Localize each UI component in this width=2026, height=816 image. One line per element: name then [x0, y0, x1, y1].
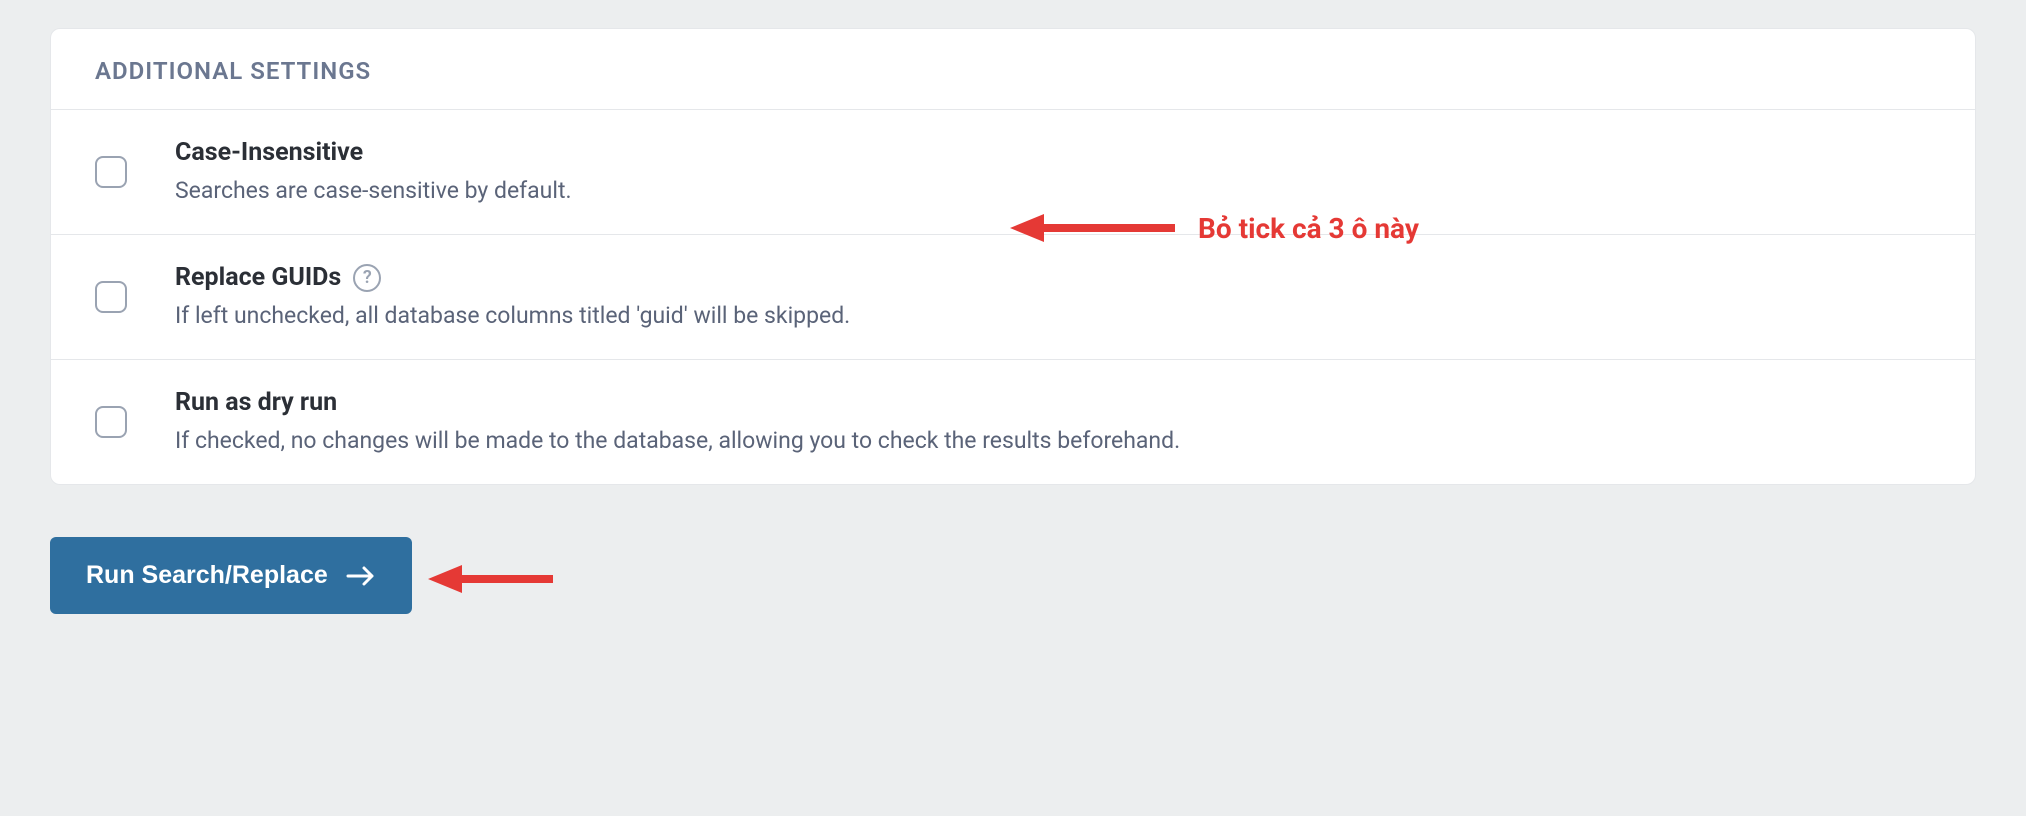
run-search-replace-button[interactable]: Run Search/Replace [50, 537, 412, 614]
setting-title: Replace GUIDs ? [175, 263, 1931, 292]
setting-row-case-insensitive: Case-Insensitive Searches are case-sensi… [51, 110, 1975, 235]
run-button-label: Run Search/Replace [86, 561, 328, 590]
replace-guids-checkbox[interactable] [95, 281, 127, 313]
setting-title: Run as dry run [175, 388, 1931, 417]
setting-text: Replace GUIDs ? If left unchecked, all d… [175, 263, 1931, 329]
setting-title: Case-Insensitive [175, 138, 1931, 167]
setting-title-label: Replace GUIDs [175, 263, 341, 292]
setting-text: Case-Insensitive Searches are case-sensi… [175, 138, 1931, 204]
case-insensitive-checkbox[interactable] [95, 156, 127, 188]
arrow-left-icon [428, 559, 558, 599]
card-header: ADDITIONAL SETTINGS [51, 29, 1975, 110]
setting-text: Run as dry run If checked, no changes wi… [175, 388, 1931, 454]
arrow-right-icon [346, 564, 376, 588]
setting-title-label: Run as dry run [175, 388, 337, 417]
checkbox-wrap [95, 138, 175, 188]
checkbox-wrap [95, 388, 175, 438]
setting-row-dry-run: Run as dry run If checked, no changes wi… [51, 360, 1975, 484]
additional-settings-card: ADDITIONAL SETTINGS Case-Insensitive Sea… [50, 28, 1976, 485]
dry-run-checkbox[interactable] [95, 406, 127, 438]
annotation-run-button [428, 559, 558, 599]
checkbox-wrap [95, 263, 175, 313]
setting-row-replace-guids: Replace GUIDs ? If left unchecked, all d… [51, 235, 1975, 360]
setting-description: If left unchecked, all database columns … [175, 302, 1931, 329]
card-title: ADDITIONAL SETTINGS [95, 57, 1931, 85]
setting-description: Searches are case-sensitive by default. [175, 177, 1931, 204]
help-icon[interactable]: ? [353, 264, 381, 292]
setting-title-label: Case-Insensitive [175, 138, 363, 167]
setting-description: If checked, no changes will be made to t… [175, 427, 1931, 454]
